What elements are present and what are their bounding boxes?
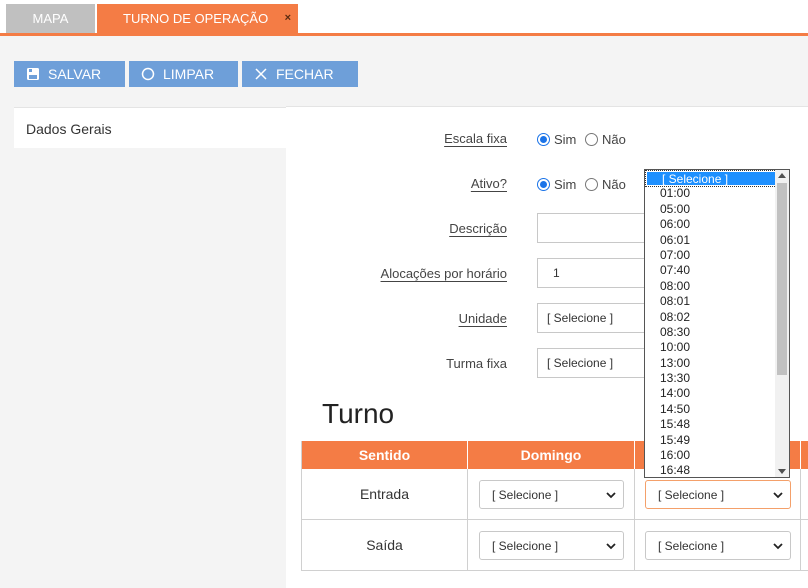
dropdown-scrollbar[interactable]: [775, 170, 789, 477]
scroll-up-icon[interactable]: [778, 173, 786, 178]
select-value: [ Selecione ]: [658, 487, 725, 502]
escala-fixa-label: Escala fixa: [444, 131, 507, 146]
select-value: [ Selecione ]: [658, 538, 725, 553]
dropdown-option[interactable]: 07:40: [645, 263, 776, 278]
table-cell: [ Selecione ]: [468, 469, 635, 520]
radio-label: Não: [602, 177, 626, 192]
saida-segunda-select[interactable]: [ Selecione ]: [645, 531, 791, 560]
clear-label: LIMPAR: [163, 66, 215, 82]
turma-fixa-label: Turma fixa: [446, 356, 507, 371]
tab-turno-de-operacao[interactable]: TURNO DE OPERAÇÃO ×: [97, 4, 298, 33]
dropdown-option[interactable]: 14:00: [645, 386, 776, 401]
table-cell: [ Selecione ]: [468, 520, 635, 571]
save-label: SALVAR: [48, 66, 102, 82]
table-cell: [801, 520, 808, 571]
x-icon: [255, 68, 267, 80]
tab-mapa-label: MAPA: [32, 11, 69, 26]
turno-title: Turno: [322, 398, 395, 429]
escala-fixa-sim-radio[interactable]: Sim: [537, 132, 576, 147]
close-button[interactable]: FECHAR: [242, 61, 358, 87]
dropdown-option[interactable]: 08:01: [645, 294, 776, 309]
sidebar-item-label: Dados Gerais: [26, 121, 112, 137]
entrada-segunda-select[interactable]: [ Selecione ]: [645, 480, 791, 509]
dropdown-option[interactable]: 08:02: [645, 310, 776, 325]
radio-label: Sim: [554, 177, 577, 192]
chevron-down-icon: [606, 492, 616, 499]
turma-fixa-select[interactable]: [ Selecione ]: [537, 348, 657, 378]
dropdown-option[interactable]: 08:30: [645, 325, 776, 340]
dropdown-option[interactable]: 13:00: [645, 356, 776, 371]
radio-checked-icon: [537, 178, 550, 191]
ativo-sim-radio[interactable]: Sim: [537, 177, 576, 192]
table-cell: [801, 469, 808, 520]
close-icon[interactable]: ×: [285, 12, 291, 24]
tab-underline: [0, 33, 808, 36]
circle-icon: [141, 67, 155, 81]
unidade-select[interactable]: [ Selecione ]: [537, 303, 657, 333]
entrada-domingo-select[interactable]: [ Selecione ]: [479, 480, 624, 509]
chevron-down-icon: [606, 543, 616, 550]
scrollbar-thumb[interactable]: [777, 183, 787, 375]
dropdown-option[interactable]: 06:01: [645, 233, 776, 248]
header-domingo: Domingo: [468, 441, 635, 469]
select-value: [ Selecione ]: [492, 538, 559, 553]
radio-unchecked-icon: [585, 178, 598, 191]
ativo-nao-radio[interactable]: Não: [585, 177, 626, 192]
dropdown-option[interactable]: 15:49: [645, 433, 776, 448]
dropdown-option[interactable]: 08:00: [645, 279, 776, 294]
save-icon: [27, 68, 39, 80]
dropdown-option[interactable]: 15:48: [645, 417, 776, 432]
close-label: FECHAR: [276, 66, 334, 82]
dropdown-option[interactable]: 13:30: [645, 371, 776, 386]
dropdown-option[interactable]: 14:50: [645, 402, 776, 417]
table-cell: [ Selecione ]: [635, 520, 801, 571]
saida-domingo-select[interactable]: [ Selecione ]: [479, 531, 624, 560]
descricao-label: Descrição: [449, 221, 507, 236]
scroll-down-icon[interactable]: [778, 469, 786, 474]
save-button[interactable]: SALVAR: [14, 61, 125, 87]
tab-mapa[interactable]: MAPA: [6, 4, 95, 33]
toolbar: SALVAR LIMPAR FECHAR: [14, 61, 358, 87]
unidade-label: Unidade: [458, 311, 507, 326]
radio-unchecked-icon: [585, 133, 598, 146]
time-dropdown-list[interactable]: [ Selecione ] 01:00 05:00 06:00 06:01 07:00 07…: [644, 169, 790, 478]
dropdown-option[interactable]: 06:00: [645, 217, 776, 232]
dropdown-option[interactable]: 01:00: [645, 186, 776, 201]
chevron-down-icon: [773, 543, 783, 550]
alocacoes-label: Alocações por horário: [380, 266, 507, 281]
descricao-input[interactable]: [537, 213, 657, 243]
radio-checked-icon: [537, 133, 550, 146]
tab-turno-label: TURNO DE OPERAÇÃO: [123, 11, 269, 26]
dropdown-option[interactable]: 05:00: [645, 202, 776, 217]
radio-label: Não: [602, 132, 626, 147]
clear-button[interactable]: LIMPAR: [129, 61, 238, 87]
select-value: [ Selecione ]: [492, 487, 559, 502]
dropdown-option[interactable]: 16:00: [645, 448, 776, 463]
dropdown-option[interactable]: [ Selecione ]: [645, 170, 777, 188]
alocacoes-input[interactable]: 1: [537, 258, 657, 288]
chevron-down-icon: [773, 492, 783, 499]
row-saida-label: Saída: [302, 520, 468, 571]
dropdown-option[interactable]: 07:00: [645, 248, 776, 263]
dropdown-options: [ Selecione ] 01:00 05:00 06:00 06:01 07:00 07…: [645, 170, 777, 477]
sidebar-item-dados-gerais[interactable]: Dados Gerais: [14, 107, 286, 148]
dropdown-option[interactable]: 16:48: [645, 463, 776, 477]
ativo-label: Ativo?: [470, 176, 507, 191]
radio-label: Sim: [554, 132, 577, 147]
header-sentido: Sentido: [302, 441, 468, 469]
tab-bar: MAPA TURNO DE OPERAÇÃO ×: [0, 0, 808, 36]
row-entrada-label: Entrada: [302, 469, 468, 520]
escala-fixa-nao-radio[interactable]: Não: [585, 132, 626, 147]
dropdown-option[interactable]: 10:00: [645, 340, 776, 355]
header-overflow: [801, 441, 808, 469]
